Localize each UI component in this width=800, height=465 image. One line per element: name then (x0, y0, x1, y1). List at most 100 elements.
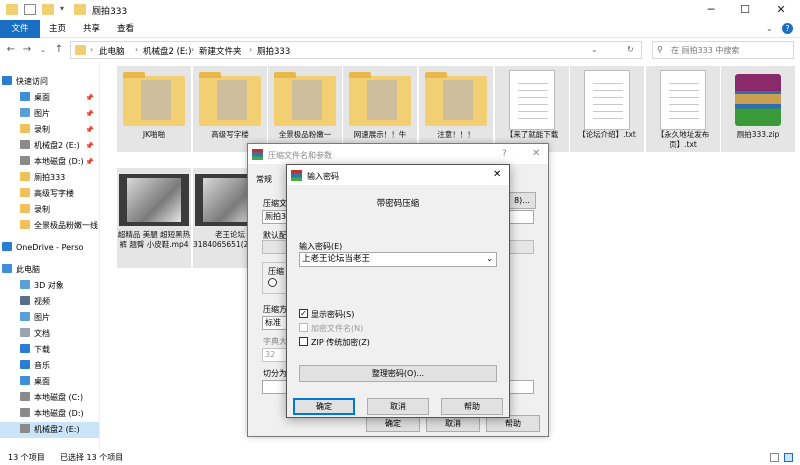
address-dropdown-icon[interactable]: ⌄ (591, 45, 598, 54)
tab-file[interactable]: 文件 (0, 20, 40, 38)
sidebar-item[interactable]: 快速访问 (0, 74, 99, 90)
up-arrow-icon[interactable]: ↑ (52, 43, 66, 57)
sidebar-item[interactable]: 此电脑 (0, 262, 99, 278)
organize-passwords-button[interactable]: 整理密码(O)... (299, 365, 497, 382)
sidebar-item[interactable]: 3D 对象 (0, 278, 99, 294)
text-line-icon (593, 90, 623, 91)
tab-home[interactable]: 主页 (40, 20, 75, 38)
file-item[interactable]: JK啪啪 (117, 66, 191, 152)
folder-icon (75, 45, 86, 55)
zip-legacy-checkbox[interactable] (299, 337, 308, 346)
password-help-button[interactable]: 帮助 (441, 398, 503, 415)
tab-view[interactable]: 查看 (108, 20, 143, 38)
sidebar-item[interactable]: OneDrive - Perso (0, 240, 99, 256)
sidebar-item[interactable]: 全景极品粉嫩一线 (0, 218, 99, 234)
address-bar[interactable]: › 此电脑 › 机械盘2 (E:) › 新建文件夹 › 厕拍333 ⌄ ↻ (70, 41, 642, 59)
sidebar-item[interactable]: 图片 (0, 310, 99, 326)
password-dialog-close-icon[interactable]: ✕ (493, 169, 501, 180)
encrypt-names-checkbox (299, 323, 308, 332)
sidebar-item[interactable]: 本地磁盘 (D:) (0, 406, 99, 422)
pin-icon: 📌 (85, 158, 94, 166)
browse-button[interactable]: 8)... (508, 192, 536, 209)
vertical-scrollbar[interactable] (790, 64, 798, 448)
status-bar: 13 个项目 已选择 13 个项目 (0, 450, 800, 465)
split-label: 切分为 (263, 369, 287, 378)
documents-icon (20, 328, 30, 337)
password-cancel-button[interactable]: 取消 (367, 398, 429, 415)
details-view-icon[interactable] (770, 453, 779, 462)
drive-icon (20, 424, 30, 433)
encrypt-names-label: 加密文件名(N) (311, 324, 364, 333)
archive-name-value: 厕拍3 (265, 212, 287, 221)
sidebar-item[interactable]: 厕拍333 (0, 170, 99, 186)
forward-arrow-icon[interactable]: → (20, 43, 34, 57)
help-icon[interactable]: ? (782, 23, 793, 34)
dialog-help-icon[interactable]: ? (502, 149, 507, 159)
folder-icon (425, 72, 487, 126)
sidebar-item[interactable]: 音乐 (0, 358, 99, 374)
sidebar-item[interactable]: 图片 📌 (0, 106, 99, 122)
show-password-checkbox[interactable]: ✓ (299, 309, 308, 318)
new-folder-icon[interactable] (42, 4, 54, 15)
folder-preview-icon (367, 80, 397, 120)
sidebar-item[interactable]: 机械盘2 (E:) 📌 (0, 138, 99, 154)
folder-icon (123, 72, 185, 126)
sidebar-item[interactable]: 录制 📌 (0, 122, 99, 138)
file-item[interactable]: 高级写字楼 (193, 66, 267, 152)
file-item[interactable]: 【来了就能下载 (495, 66, 569, 152)
password-ok-button[interactable]: 确定 (293, 398, 355, 415)
password-input[interactable]: 上老王论坛当老王 ⌄ (299, 252, 497, 267)
sidebar-item[interactable]: 视频 (0, 294, 99, 310)
file-item[interactable]: 注意！！！ (419, 66, 493, 152)
breadcrumb-drive-e[interactable]: 机械盘2 (E:) (143, 45, 191, 57)
sidebar-item[interactable]: 桌面 (0, 374, 99, 390)
sidebar-item[interactable]: 下载 (0, 342, 99, 358)
text-line-icon (593, 83, 623, 84)
large-icons-view-icon[interactable] (784, 453, 793, 462)
text-document-icon (584, 70, 630, 130)
minimize-button[interactable]: ─ (694, 0, 728, 20)
breadcrumb-this-pc[interactable]: 此电脑 (99, 45, 125, 57)
quick-access-dropdown-icon[interactable]: ▾ (60, 4, 64, 13)
maximize-button[interactable]: ☐ (728, 0, 762, 20)
file-item[interactable]: 网速展示！！牛 (343, 66, 417, 152)
show-password-label: 显示密码(S) (311, 310, 355, 319)
sidebar-item[interactable]: 机械盘2 (E:) (0, 422, 99, 438)
tab-general[interactable]: 常规 (256, 174, 272, 185)
star-icon (2, 76, 12, 85)
sidebar-item-label: 下载 (34, 345, 50, 354)
dialog-close-icon[interactable]: ✕ (532, 148, 540, 159)
expand-ribbon-icon[interactable]: ⌄ (766, 24, 773, 33)
properties-icon[interactable] (24, 4, 36, 15)
file-item[interactable]: 【永久地址发布页】.txt (646, 66, 720, 152)
file-item[interactable]: 【论坛介绍】.txt (570, 66, 644, 152)
pictures-icon (20, 108, 30, 117)
back-arrow-icon[interactable]: ← (4, 43, 18, 57)
sidebar-item[interactable]: 本地磁盘 (D:) 📌 (0, 154, 99, 170)
sidebar-item[interactable]: 录制 (0, 202, 99, 218)
format-radio-icon[interactable] (268, 278, 277, 287)
close-button[interactable]: ✕ (764, 0, 798, 20)
refresh-icon[interactable]: ↻ (627, 45, 634, 54)
search-box[interactable]: ⚲ 在 厕拍333 中搜索 (652, 41, 794, 59)
sidebar-item[interactable]: 文档 (0, 326, 99, 342)
download-icon (20, 344, 30, 353)
recent-locations-icon[interactable]: ⌄ (36, 43, 50, 57)
sidebar-item[interactable]: 高级写字楼 (0, 186, 99, 202)
winrar-icon (291, 170, 302, 181)
sidebar-item[interactable]: 本地磁盘 (C:) (0, 390, 99, 406)
file-item[interactable]: 全景极品粉嫩一 (268, 66, 342, 152)
text-line-icon (593, 104, 623, 105)
file-item[interactable]: 超精品 美腿 超短黑热裤 翘臀 小皮鞋.mp4 (117, 168, 191, 268)
breadcrumb-current[interactable]: 厕拍333 (257, 45, 290, 57)
tab-share[interactable]: 共享 (74, 20, 109, 38)
chevron-down-icon[interactable]: ⌄ (486, 253, 493, 265)
text-line-icon (518, 83, 548, 84)
file-name: 【论坛介绍】.txt (578, 130, 636, 139)
breadcrumb-new-folder[interactable]: 新建文件夹 (199, 45, 242, 57)
archive-belt-icon (735, 94, 781, 104)
file-item[interactable]: 厕拍333.zip (721, 66, 795, 152)
dialog-title: 压缩文件名和参数 (268, 151, 332, 160)
sidebar-item[interactable]: 桌面 📌 (0, 90, 99, 106)
sidebar-item-label: 全景极品粉嫩一线 (34, 221, 98, 230)
